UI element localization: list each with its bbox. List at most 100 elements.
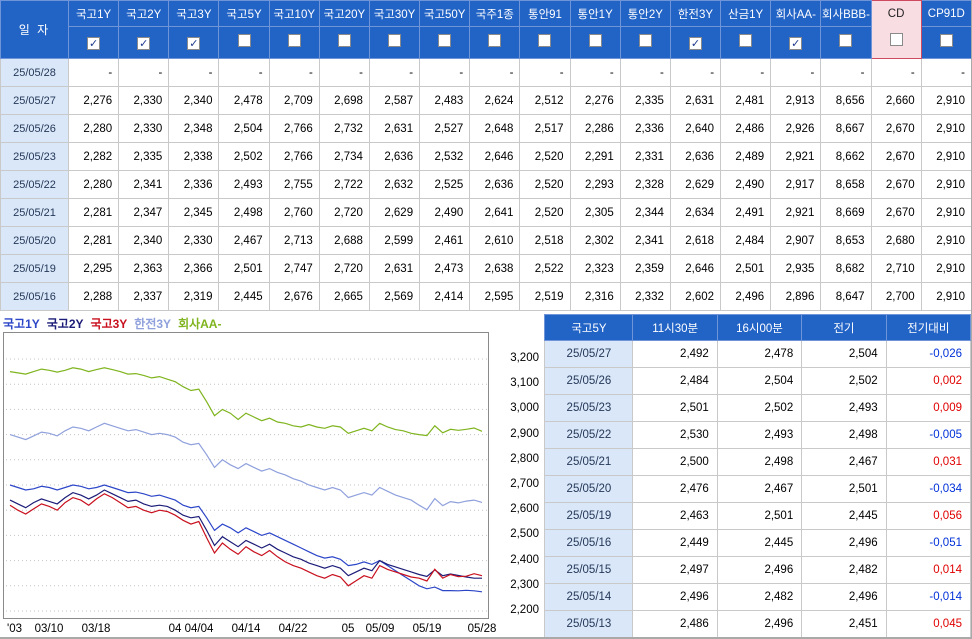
detail-row: 25/05/20 2,476 2,467 2,501 -0,034 (544, 475, 971, 503)
column-header-국고50Y[interactable]: 국고50Y (419, 0, 471, 27)
detail-value-cell: 2,501 (801, 475, 887, 503)
checkbox-회사BBB-[interactable] (839, 33, 853, 47)
column-header-국주1종[interactable]: 국주1종 (469, 0, 521, 27)
x-axis-label: 04/22 (278, 623, 308, 635)
rate-cell: 2,670 (870, 142, 922, 171)
column-header-국고30Y[interactable]: 국고30Y (368, 0, 421, 27)
rate-cell: - (118, 58, 170, 87)
checkbox-통안1Y[interactable] (588, 33, 602, 47)
detail-row-date[interactable]: 25/05/22 (544, 421, 634, 449)
checkbox-통안2Y[interactable] (638, 33, 652, 47)
row-date[interactable]: 25/05/21 (0, 198, 69, 227)
column-header-국고2Y[interactable]: 국고2Y (118, 0, 170, 27)
rate-cell: 2,330 (118, 114, 170, 143)
rate-cell: 2,282 (67, 142, 120, 171)
row-date[interactable]: 25/05/26 (0, 114, 69, 143)
checkbox-국주1종[interactable] (488, 33, 502, 47)
column-header-국고5Y[interactable]: 국고5Y (218, 0, 270, 27)
checkbox-국고3Y[interactable]: ✓ (187, 36, 201, 50)
column-header-CD[interactable]: CD (870, 0, 922, 27)
checkbox-회사AA-[interactable]: ✓ (789, 36, 803, 50)
column-header-통안91[interactable]: 통안91 (519, 0, 571, 27)
rate-cell: 2,302 (569, 226, 621, 255)
checkbox-국고2Y[interactable]: ✓ (137, 36, 151, 50)
rate-cell: 2,599 (368, 226, 421, 255)
rate-cell: 2,293 (569, 170, 621, 199)
rate-cell: 2,532 (419, 142, 471, 171)
checkbox-국고5Y[interactable] (237, 33, 251, 47)
column-header-회사BBB-[interactable]: 회사BBB- (820, 0, 872, 27)
rate-cell: 2,631 (368, 114, 421, 143)
checkbox-통안91[interactable] (538, 33, 552, 47)
rate-cell: 2,935 (770, 254, 822, 283)
rate-cell: 2,636 (669, 142, 722, 171)
column-header-국고20Y[interactable]: 국고20Y (318, 0, 370, 27)
row-date[interactable]: 25/05/16 (0, 282, 69, 311)
change-cell: -0,014 (885, 583, 971, 611)
detail-value-cell: 2,467 (716, 475, 803, 503)
checkbox-국고1Y[interactable]: ✓ (87, 36, 101, 50)
rate-cell: 2,910 (920, 254, 971, 283)
detail-value-cell: 2,496 (716, 610, 803, 637)
rate-cell: 2,414 (419, 282, 471, 311)
checkbox-한전3Y[interactable]: ✓ (688, 36, 702, 50)
rate-cell: 2,498 (218, 198, 270, 227)
column-checkbox-cell (469, 26, 521, 59)
column-header-국고3Y[interactable]: 국고3Y (168, 0, 220, 27)
column-header-한전3Y[interactable]: 한전3Y (669, 0, 722, 27)
detail-value-cell: 2,451 (801, 610, 887, 637)
rate-cell: 2,680 (870, 226, 922, 255)
column-checkbox-cell (569, 26, 621, 59)
detail-row-date[interactable]: 25/05/20 (544, 475, 634, 503)
rate-cell: 2,340 (118, 226, 170, 255)
row-date[interactable]: 25/05/19 (0, 254, 69, 283)
checkbox-산금1Y[interactable] (739, 33, 753, 47)
rate-cell: 2,660 (870, 86, 922, 115)
row-date[interactable]: 25/05/28 (0, 58, 69, 87)
column-header-CP91D[interactable]: CP91D (920, 0, 971, 27)
row-date[interactable]: 25/05/27 (0, 86, 69, 115)
detail-row-date[interactable]: 25/05/23 (544, 394, 634, 422)
detail-value-cell: 2,496 (801, 583, 887, 611)
column-checkbox-cell (920, 26, 971, 59)
rate-cell: 8,662 (820, 142, 872, 171)
detail-row-date[interactable]: 25/05/13 (544, 610, 634, 637)
row-date[interactable]: 25/05/23 (0, 142, 69, 171)
column-header-산금1Y[interactable]: 산금1Y (720, 0, 772, 27)
selected-series-header[interactable]: 국고5Y (544, 314, 634, 341)
change-cell: 0,002 (885, 367, 971, 395)
column-header-통안2Y[interactable]: 통안2Y (619, 0, 671, 27)
x-axis-label: 03/18 (81, 623, 111, 635)
detail-row-date[interactable]: 25/05/15 (544, 556, 634, 584)
checkbox-국고10Y[interactable] (287, 33, 301, 47)
column-header-국고10Y[interactable]: 국고10Y (268, 0, 320, 27)
line-국고2Y (9, 489, 482, 579)
detail-column-header: 전기 (801, 314, 887, 341)
checkbox-CD[interactable] (889, 33, 903, 47)
checkbox-CP91D[interactable] (939, 33, 953, 47)
detail-row-date[interactable]: 25/05/21 (544, 448, 634, 476)
detail-row-date[interactable]: 25/05/16 (544, 529, 634, 557)
checkbox-국고20Y[interactable] (337, 33, 351, 47)
checkbox-국고50Y[interactable] (438, 33, 452, 47)
chart-plot-area: 3,200 3,100 3,000 2,900 2,800 2,700 2,600 2,500… (3, 332, 540, 622)
rate-cell: 2,648 (469, 114, 521, 143)
detail-row-date[interactable]: 25/05/19 (544, 502, 634, 530)
rate-cell: 2,676 (268, 282, 320, 311)
column-header-통안1Y[interactable]: 통안1Y (569, 0, 621, 27)
change-cell: 0,014 (885, 556, 971, 584)
row-date[interactable]: 25/05/20 (0, 226, 69, 255)
detail-row-date[interactable]: 25/05/26 (544, 367, 634, 395)
column-header-회사AA-[interactable]: 회사AA- (770, 0, 822, 27)
detail-row-date[interactable]: 25/05/14 (544, 583, 634, 611)
rate-cell: 2,917 (770, 170, 822, 199)
rate-cell: - (419, 58, 471, 87)
column-header-국고1Y[interactable]: 국고1Y (67, 0, 120, 27)
detail-value-cell: 2,476 (632, 475, 718, 503)
rate-cell: 2,276 (67, 86, 120, 115)
row-date[interactable]: 25/05/22 (0, 170, 69, 199)
rate-cell: 2,720 (318, 254, 370, 283)
detail-row-date[interactable]: 25/05/27 (544, 340, 634, 368)
checkbox-국고30Y[interactable] (388, 33, 402, 47)
rate-cell: 2,527 (419, 114, 471, 143)
